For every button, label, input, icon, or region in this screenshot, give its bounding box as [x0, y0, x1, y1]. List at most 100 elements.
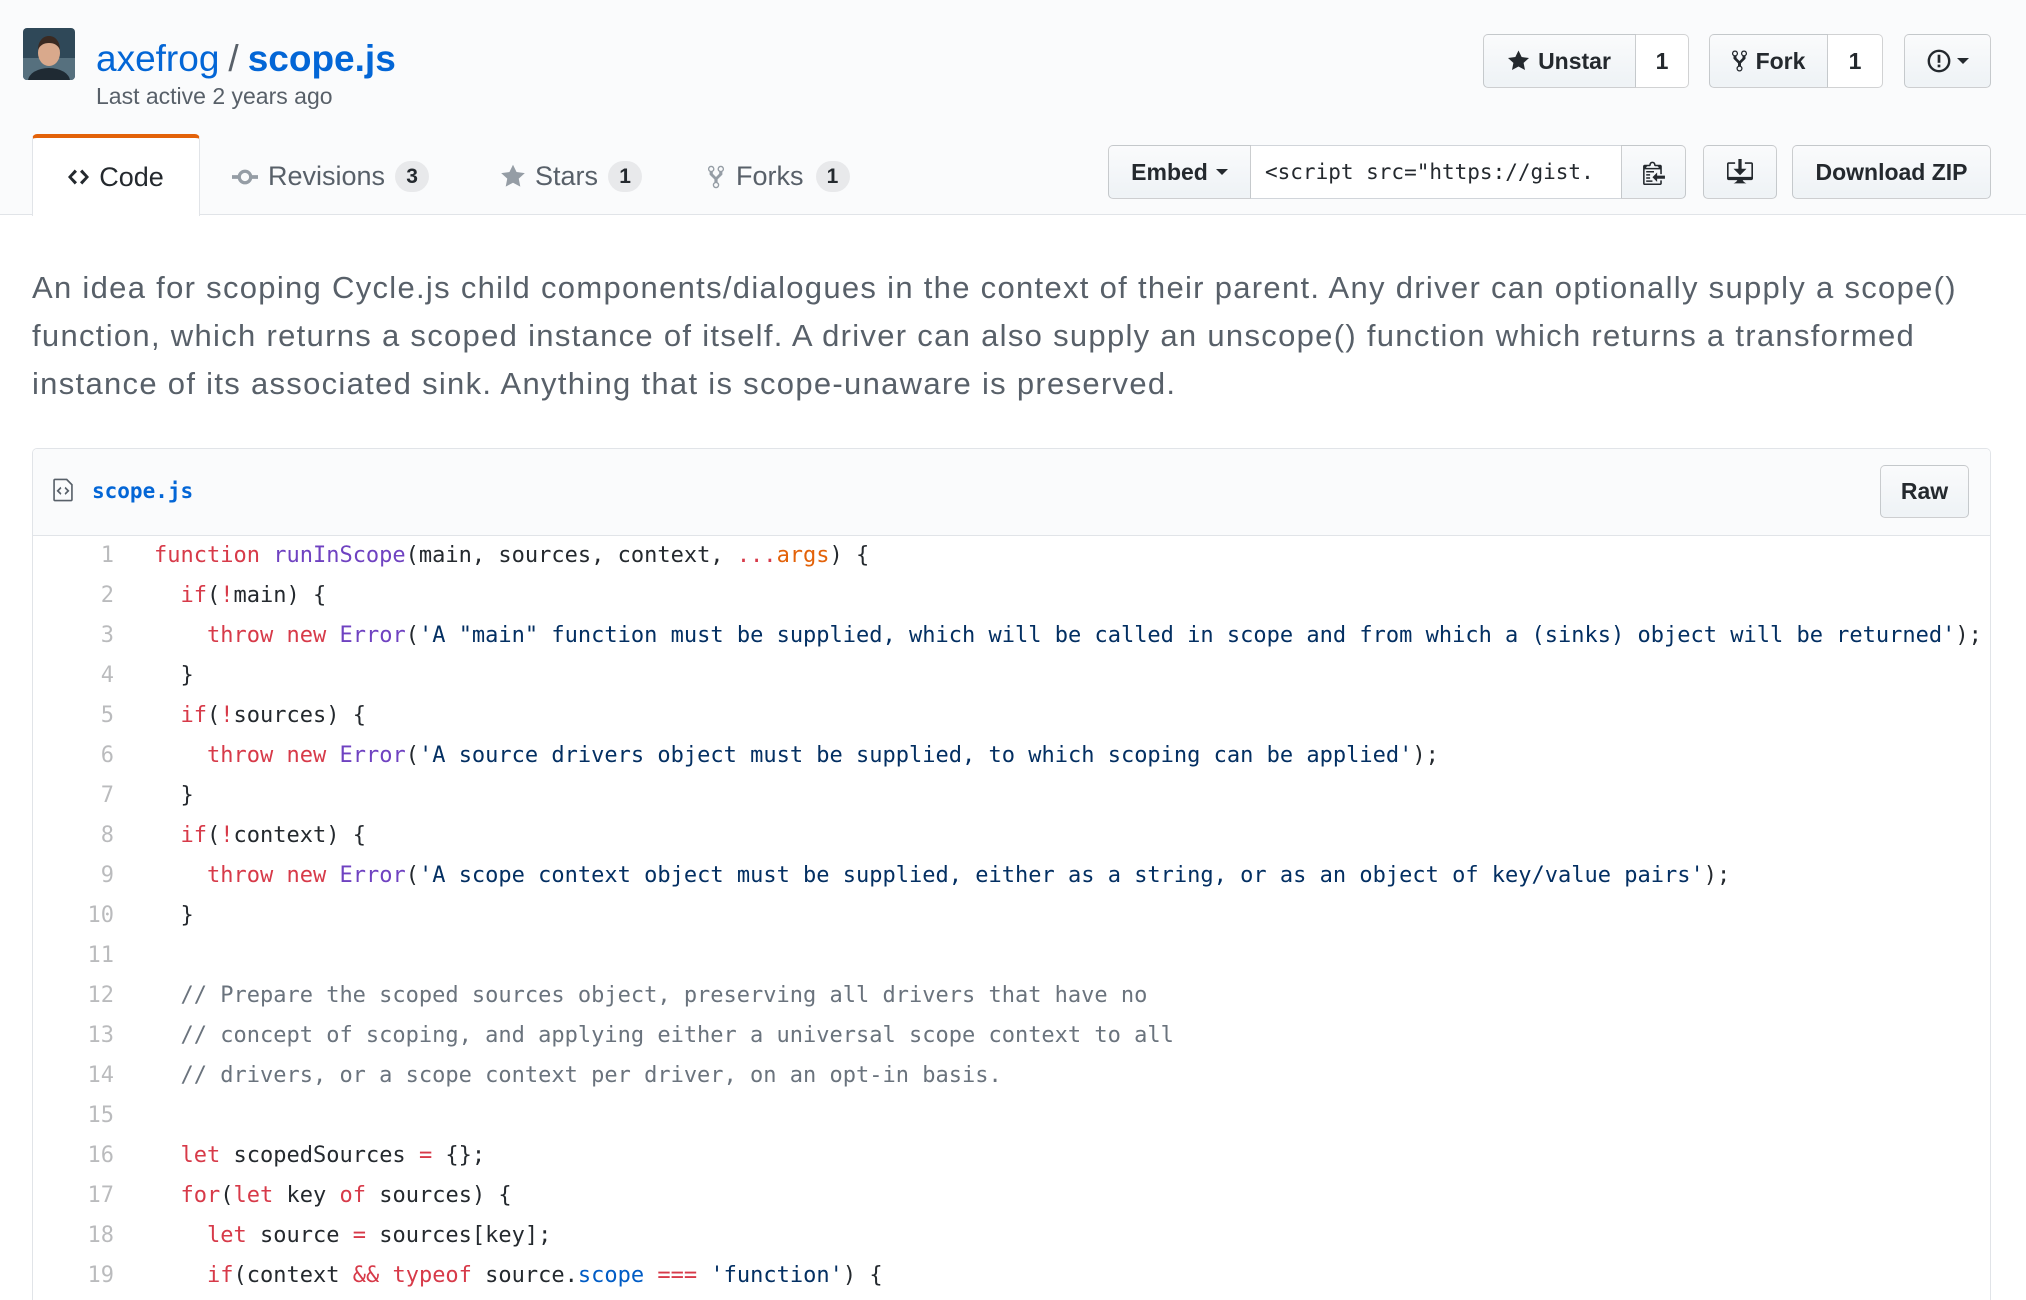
fork-icon — [708, 164, 724, 190]
file-code-icon — [53, 477, 73, 503]
code-token: Error — [339, 863, 406, 888]
line-number[interactable]: 16 — [33, 1136, 131, 1176]
code-line: 7 } — [33, 776, 1990, 816]
code-line: 9 throw new Error('A scope context objec… — [33, 856, 1990, 896]
owner-link[interactable]: axefrog — [96, 38, 219, 79]
code-token: (context — [233, 1263, 353, 1288]
chevron-down-icon — [1956, 53, 1969, 69]
raw-button[interactable]: Raw — [1880, 465, 1969, 518]
clipboard-icon — [1642, 160, 1665, 185]
fork-label: Fork — [1755, 47, 1806, 74]
code-token: ); — [1412, 743, 1439, 768]
code-token: 'A "main" function must be supplied, whi… — [418, 623, 1956, 648]
line-number[interactable]: 10 — [33, 896, 131, 936]
tab-forks[interactable]: Forks 1 — [708, 134, 850, 215]
code-token: sources[key]; — [365, 1223, 552, 1248]
line-number[interactable]: 7 — [33, 776, 131, 816]
code-token: source. — [471, 1263, 578, 1288]
code-line: 14 // drivers, or a scope context per dr… — [33, 1056, 1990, 1096]
line-code: if(!context) { — [131, 816, 366, 856]
code-token: ( — [405, 623, 419, 648]
unstar-button[interactable]: Unstar — [1483, 34, 1636, 88]
line-code: // drivers, or a scope context per drive… — [131, 1056, 1002, 1096]
code-token: } — [154, 903, 194, 928]
gist-name-link[interactable]: scope.js — [248, 38, 396, 79]
star-icon — [501, 163, 525, 190]
code-token: ! — [220, 703, 234, 728]
avatar[interactable] — [23, 28, 75, 80]
tab-stars[interactable]: Stars 1 — [501, 134, 643, 215]
tab-label: Code — [99, 161, 164, 192]
line-number[interactable]: 8 — [33, 816, 131, 856]
line-number[interactable]: 19 — [33, 1256, 131, 1296]
code-token: ( — [207, 583, 221, 608]
file-name-link[interactable]: scope.js — [92, 477, 193, 505]
line-number[interactable]: 11 — [33, 936, 131, 976]
open-desktop-button[interactable] — [1703, 145, 1777, 199]
line-number[interactable]: 2 — [33, 576, 131, 616]
code-line: 12 // Prepare the scoped sources object,… — [33, 976, 1990, 1016]
line-number[interactable]: 3 — [33, 616, 131, 656]
tab-revisions[interactable]: Revisions 3 — [232, 134, 430, 215]
download-zip-button[interactable]: Download ZIP — [1792, 145, 1991, 199]
fork-count[interactable]: 1 — [1828, 34, 1883, 88]
code-token: ); — [1703, 863, 1731, 888]
line-number[interactable]: 12 — [33, 976, 131, 1016]
code-token: ... — [736, 543, 777, 568]
fork-button[interactable]: Fork — [1709, 34, 1828, 88]
file-box: scope.js Raw 1 function runInScope(main, … — [32, 448, 1991, 1300]
code-token: key — [273, 1183, 340, 1208]
line-number[interactable]: 14 — [33, 1056, 131, 1096]
code-token: } — [154, 663, 194, 688]
line-number[interactable]: 5 — [33, 696, 131, 736]
code-token: sources) { — [365, 1183, 512, 1208]
code-token: source — [246, 1223, 353, 1248]
code-line: 10 } — [33, 896, 1990, 936]
embed-code-input[interactable] — [1251, 145, 1621, 199]
gist-title: axefrog / scope.js — [96, 36, 396, 82]
star-count[interactable]: 1 — [1636, 34, 1689, 88]
code-token: throw — [206, 743, 274, 768]
code-token: runInScope — [273, 543, 406, 568]
code-line: 4 } — [33, 656, 1990, 696]
code-line: 2 if(!main) { — [33, 576, 1990, 616]
code-token: if — [180, 823, 208, 848]
code-token: let — [206, 1223, 247, 1248]
line-number[interactable]: 18 — [33, 1216, 131, 1256]
code-token: ! — [220, 583, 234, 608]
code-line: 8 if(!context) { — [33, 816, 1990, 856]
line-number[interactable]: 13 — [33, 1016, 131, 1056]
embed-dropdown-button[interactable]: Embed — [1108, 145, 1251, 199]
tab-code[interactable]: Code — [32, 134, 200, 216]
gist-pagehead: axefrog / scope.js Last active 2 years ago… — [0, 0, 2026, 216]
code-token: Error — [339, 623, 406, 648]
line-code: throw new Error('A source drivers object… — [131, 736, 1439, 776]
report-dropdown-button[interactable] — [1904, 34, 1991, 88]
line-number[interactable]: 1 — [33, 536, 131, 576]
line-number[interactable]: 4 — [33, 656, 131, 696]
line-number[interactable]: 17 — [33, 1176, 131, 1216]
code-token: function — [154, 543, 260, 568]
line-number[interactable]: 9 — [33, 856, 131, 896]
line-number[interactable]: 15 — [33, 1096, 131, 1136]
code-token: // Prepare the scoped sources object, pr… — [180, 983, 1148, 1008]
code-token: main) { — [233, 583, 327, 608]
tab-label: Forks — [736, 161, 804, 191]
code-line: 15 — [33, 1096, 1990, 1136]
line-number[interactable]: 6 — [33, 736, 131, 776]
code-token: ( — [207, 703, 221, 728]
copy-embed-button[interactable] — [1621, 145, 1686, 199]
code-token: 'A scope context object must be supplied… — [418, 863, 1704, 888]
tab-label: Revisions — [268, 161, 386, 191]
